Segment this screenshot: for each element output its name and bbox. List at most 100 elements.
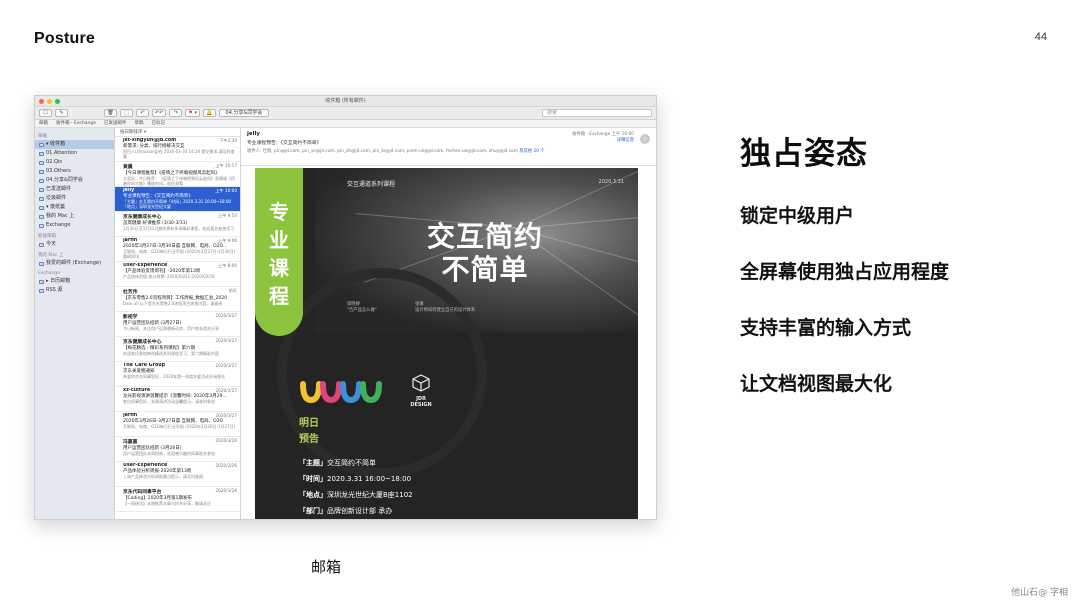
sidebar-item[interactable]: ▸ 日历邮箱 bbox=[35, 277, 114, 286]
message-preview: 项目人(zhouxiong)在 2020-03-30 14:28 提交需求,请及… bbox=[123, 149, 235, 159]
sidebar-item[interactable]: 今天 bbox=[35, 240, 114, 249]
message-time: 上午 10:17 bbox=[215, 163, 237, 168]
favorites-drafts[interactable]: 草稿 bbox=[134, 120, 143, 127]
jdr-design-logo: JDR DESIGN bbox=[407, 374, 435, 408]
message-row[interactable]: The Care Group 2020/3/27 京东关爱圈通知 亲爱的京东同事您好，… bbox=[115, 362, 240, 387]
message-time: 2020/3/27 bbox=[215, 413, 237, 418]
sidebar-item[interactable]: 我的 Mac 上 bbox=[35, 212, 114, 221]
sort-control[interactable]: 按日期排序 ▾ bbox=[115, 128, 240, 137]
message-row[interactable]: jst-xingyun@jd.com 下午2:30 新需求: 分类、排行榜解决交互项… bbox=[115, 137, 240, 162]
sidebar-item[interactable]: RSS 源 bbox=[35, 286, 114, 295]
message-preview: 互联网、电商、O2O每日行业早报 (2020年3月27日-3月30日) 重磅资讯 bbox=[123, 249, 236, 259]
archive-button[interactable]: ⬚ bbox=[120, 109, 133, 117]
message-time: 上午 9:54 bbox=[217, 213, 237, 218]
sidebar-item[interactable]: 垃圾邮件 bbox=[35, 194, 114, 203]
page-number: 44 bbox=[1034, 31, 1047, 43]
message-row[interactable]: 黄晨 上午 10:17 【今日课程推荐】《疫情之下终端视频风云起吗》 大家好，今日推荐… bbox=[115, 162, 240, 187]
message-row[interactable]: xz-culture 2020/3/27 龙光影视演讲温馨提示《温馨时间: 2020… bbox=[115, 387, 240, 412]
delete-button[interactable]: 🗑 bbox=[104, 109, 117, 117]
message-preview: Dear all 以下是京东零售2.0流程项目周报内容，请查阅 bbox=[123, 301, 223, 306]
sidebar-item[interactable]: 我爱的邮件 (Exchange) bbox=[35, 259, 114, 268]
sidebar-item[interactable]: 已发送邮件 bbox=[35, 185, 114, 194]
folder-icon bbox=[39, 205, 44, 210]
message-preview: 3月30日至3月31日期间将有多场精彩课程，欢迎报名参加学习 bbox=[123, 226, 235, 231]
favorites-inbox[interactable]: 收件箱 - Exchange bbox=[56, 120, 96, 127]
message-row[interactable]: jarfin 上午 9:06 2020年3月27日-3月30日晨 互联网、电商、O2… bbox=[115, 237, 240, 262]
forward-button[interactable]: ↷ bbox=[169, 109, 183, 117]
more-recipients-link[interactable]: 及其他 20 个 bbox=[519, 149, 544, 154]
message-row[interactable]: 京东代码同事平台 2020/3/26 【Coding】2020年3月第1期发布 【一周… bbox=[115, 487, 240, 512]
notify-button[interactable]: 🔔 bbox=[202, 109, 216, 117]
details-link[interactable]: 详细信息 bbox=[572, 138, 634, 144]
message-preview: 大家好，今日推荐：《疫情之下终端视频风云起吗》直播课《用着你吗才能》播放时间，前… bbox=[123, 176, 235, 186]
detail-value: 交互简约不简单 bbox=[327, 459, 376, 467]
folder-icon bbox=[39, 178, 44, 183]
toolbar: ☐ ✎ 🗑 ⬚ ↶ ↶↶ ↷ ⚑ ▾ 🔔 04.分享&同学会 搜索 bbox=[35, 107, 656, 120]
favorites-mailboxes[interactable]: 邮箱 bbox=[39, 120, 48, 127]
recipient-label: 收件人: bbox=[247, 149, 262, 154]
mail-window: 收件箱 (所有邮件) ☐ ✎ 🗑 ⬚ ↶ ↶↶ ↷ ⚑ ▾ 🔔 04.分享&同学… bbox=[34, 95, 657, 520]
message-list: 按日期排序 ▾ jst-xingyun@jd.com 下午2:30 新需求: 分类、… bbox=[115, 128, 241, 519]
sidebar-item[interactable]: 04.分享&同学会 bbox=[35, 176, 114, 185]
folder-icon bbox=[39, 169, 44, 174]
sidebar-item[interactable]: 02.Qin bbox=[35, 158, 114, 167]
detail-key: 「时间」 bbox=[299, 475, 327, 483]
message-time: 上午 8:00 bbox=[217, 263, 237, 268]
message-time: 2020/3/27 bbox=[215, 388, 237, 393]
poster-detail-department: 「部门」品牌创新设计部 承办 bbox=[299, 503, 413, 519]
message-row[interactable]: User-Experience 2020/3/26 产品体验分析周报-2020年第1… bbox=[115, 462, 240, 487]
folder-icon bbox=[39, 160, 44, 165]
poster-detail-time: 「时间」2020.3.31 16:00~18:00 bbox=[299, 471, 413, 487]
message-meta: 收件箱 - Exchange 上午 10:00 详细信息 bbox=[572, 132, 634, 144]
mailbox-sidebar: 邮箱 ▾ 收件箱 01.Attention 02.Qin 03.Others 04.分享&… bbox=[35, 128, 115, 519]
message-preview: 产品线体验值-统计周期: 2020/03/21-2020/03/28 bbox=[123, 274, 215, 279]
message-row[interactable]: User-Experience 上午 8:00 【产品体验反馈周刊】-2020年第1… bbox=[115, 262, 240, 287]
poster-band-text: 专业课程 bbox=[269, 200, 289, 308]
speaker-1: 梁晓婷 "告产品怎么做" bbox=[347, 302, 377, 314]
message-row[interactable]: 京东健康成长中心 上午 9:54 首席健康-好课推荐 (3/30-3/31) 3月30… bbox=[115, 212, 240, 237]
message-row[interactable]: 冯嘉嘉 2020/3/26 用户运营团队招新 (3月26日) 用户运营团队本周招新，欢… bbox=[115, 437, 240, 462]
sidebar-item[interactable]: 01.Attention bbox=[35, 149, 114, 158]
sidebar-item[interactable]: 03.Others bbox=[35, 167, 114, 176]
reply-button[interactable]: ↶ bbox=[136, 109, 149, 117]
right-panel: 独占姿态 锁定中级用户 全屏幕使用独占应用程度 支持丰富的输入方式 让文档视图最… bbox=[740, 128, 1060, 425]
message-row[interactable]: 京东健康成长中心 2020/3/27 【梅花精选 - 精彩系列课程】第六期 欢迎各位参… bbox=[115, 337, 240, 362]
folder-icon bbox=[39, 279, 44, 284]
sidebar-item-label: ▾ 废纸篓 bbox=[46, 204, 66, 210]
sidebar-item-label: Exchange bbox=[46, 222, 71, 228]
sidebar-item[interactable]: Exchange bbox=[35, 221, 114, 230]
message-row[interactable]: 杜芳伟 前天 【京东零售2.0流程项目】工作周报_数据汇总_2020 Dear all… bbox=[115, 287, 240, 312]
recipient-list: 仕佩, pin@jd.com, pin_xc@jd.com, pin_zh@jd… bbox=[262, 149, 518, 154]
message-row[interactable]: 影视学 2020/3/27 用户运营团队招新 (3月27日) 今日新闻，关注用户运营最… bbox=[115, 312, 240, 337]
reply-all-button[interactable]: ↶↶ bbox=[152, 109, 167, 117]
jdr-line-2: DESIGN bbox=[410, 402, 432, 408]
sidebar-item[interactable]: ▾ 废纸篓 bbox=[35, 203, 114, 212]
folder-icon bbox=[39, 288, 44, 293]
folder-icon bbox=[39, 223, 44, 228]
folder-icon bbox=[39, 187, 44, 192]
detail-key: 「部门」 bbox=[299, 507, 327, 515]
compose-button[interactable]: ✎ bbox=[55, 109, 68, 117]
bullet-1: 锁定中级用户 bbox=[740, 205, 855, 227]
folder-icon bbox=[39, 196, 44, 201]
message-row[interactable]: jelly 上午 10:00 专业课程预告：《交互简约不简单》 「主题」交互简约不简单… bbox=[115, 187, 240, 212]
message-time: 上午 10:00 bbox=[611, 132, 634, 137]
speaker-2: 张镇 设计师如何建立自己的设计体系 bbox=[415, 302, 475, 314]
favorites-sent[interactable]: 已发送邮件 bbox=[104, 120, 127, 127]
sidebar-item-label: 04.分享&同学会 bbox=[46, 177, 83, 183]
sidebar-item[interactable]: ▾ 收件箱 bbox=[35, 140, 114, 149]
flag-button[interactable]: ⚑ ▾ bbox=[185, 109, 200, 117]
brand-title: Posture bbox=[34, 30, 95, 47]
favorites-flagged[interactable]: 已标记 bbox=[151, 120, 165, 127]
move-to-mailbox-select[interactable]: 04.分享&同学会 bbox=[218, 109, 269, 117]
message-sender: 冯嘉嘉 bbox=[123, 440, 138, 445]
sidebar-item-label: 垃圾邮件 bbox=[46, 195, 67, 201]
search-input[interactable]: 搜索 bbox=[542, 109, 652, 117]
message-row[interactable]: jarfin 2020/3/27 2020年3月26日-3月27日晨 互联网、电商、… bbox=[115, 412, 240, 437]
poster-title-line2: 不简单 bbox=[441, 253, 529, 286]
mailbox-toggle-button[interactable]: ☐ bbox=[39, 109, 52, 117]
recipient-line: 收件人: 仕佩, pin@jd.com, pin_xc@jd.com, pin_… bbox=[247, 148, 650, 154]
message-time: 上午 9:06 bbox=[217, 238, 237, 243]
message-preview: 亲爱的京东同事您好，2020年第一季度关爱活动开始报名 bbox=[123, 374, 226, 379]
bullet-4: 让文档视图最大化 bbox=[740, 373, 893, 395]
